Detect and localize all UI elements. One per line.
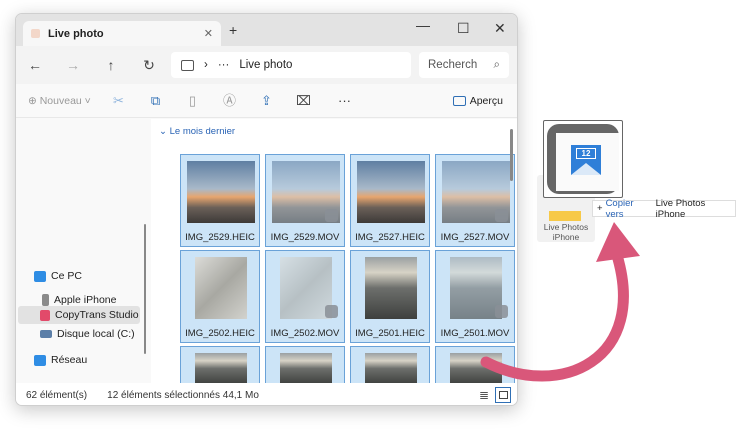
arrow-head xyxy=(596,222,640,262)
drag-arrow xyxy=(480,222,640,382)
arrow-curve xyxy=(480,246,629,382)
